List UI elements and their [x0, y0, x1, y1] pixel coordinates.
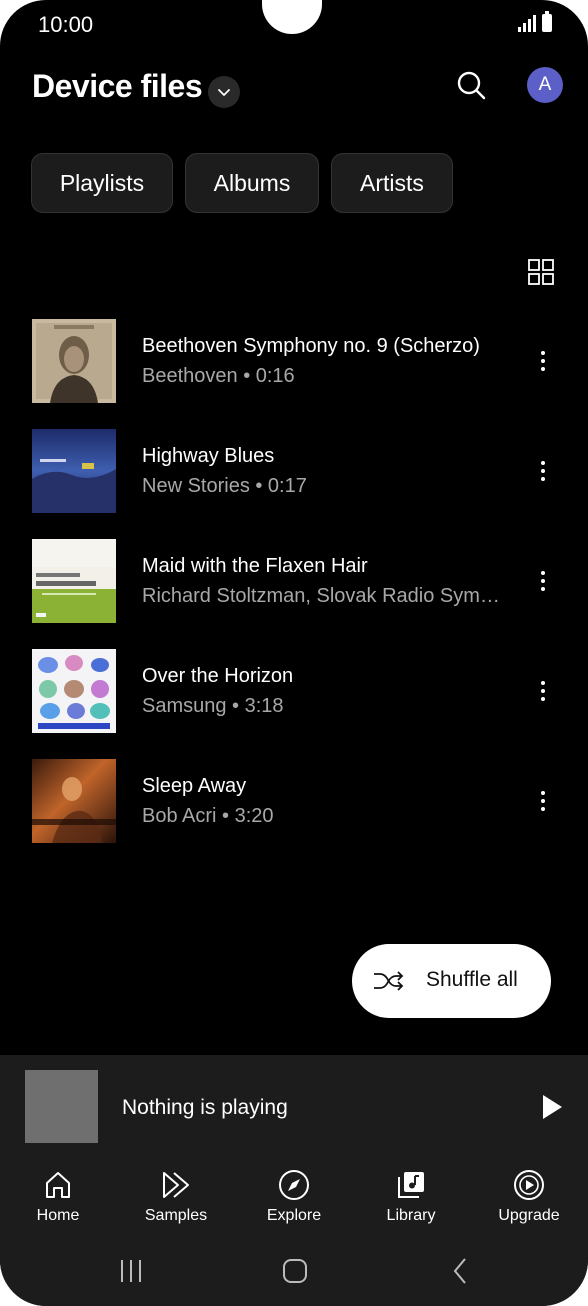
song-item[interactable]: Sleep Away Bob Acri • 3:20: [0, 759, 588, 869]
grid-view-button[interactable]: [528, 259, 554, 285]
song-title: Maid with the Flaxen Hair: [142, 555, 368, 577]
status-icons: [518, 11, 552, 32]
song-item[interactable]: Over the Horizon Samsung • 3:18: [0, 649, 588, 759]
nav-label: Library: [386, 1207, 436, 1224]
nav-label: Samples: [144, 1207, 208, 1224]
camera-notch: [262, 0, 322, 34]
signal-icon: [518, 14, 536, 32]
more-options-icon[interactable]: [528, 783, 558, 819]
play-icon[interactable]: [540, 1093, 564, 1121]
now-playing-text: Nothing is playing: [122, 1096, 288, 1119]
song-subtitle: Richard Stoltzman, Slovak Radio Sym…: [142, 585, 500, 607]
nav-upgrade[interactable]: Upgrade: [479, 1169, 579, 1231]
home-icon: [46, 1172, 70, 1198]
phone-screen: 10:00 Device files A Playlists Albums Ar…: [0, 0, 588, 1306]
home-button-icon[interactable]: [280, 1256, 310, 1286]
title-dropdown-button[interactable]: [208, 76, 240, 108]
grid-view-icon: [528, 259, 554, 285]
nav-explore[interactable]: Explore: [244, 1169, 344, 1231]
more-options-icon[interactable]: [528, 563, 558, 599]
album-art: [32, 759, 116, 843]
song-title: Beethoven Symphony no. 9 (Scherzo): [142, 335, 480, 357]
more-options-icon[interactable]: [528, 673, 558, 709]
nav-library[interactable]: Library: [361, 1169, 461, 1231]
chip-albums[interactable]: Albums: [185, 153, 319, 213]
search-icon: [457, 71, 486, 100]
avatar[interactable]: A: [527, 67, 563, 103]
nav-samples[interactable]: Samples: [126, 1169, 226, 1231]
more-options-icon[interactable]: [528, 343, 558, 379]
chip-artists[interactable]: Artists: [331, 153, 453, 213]
samples-icon: [163, 1172, 189, 1198]
song-item[interactable]: Highway Blues New Stories • 0:17: [0, 429, 588, 539]
back-icon[interactable]: [446, 1256, 476, 1286]
song-title: Sleep Away: [142, 775, 247, 797]
song-subtitle: New Stories • 0:17: [142, 475, 307, 497]
recents-icon[interactable]: [116, 1256, 146, 1286]
search-button[interactable]: [452, 66, 492, 106]
upgrade-icon: [514, 1170, 544, 1200]
song-subtitle: Bob Acri • 3:20: [142, 805, 274, 827]
shuffle-all-label: Shuffle all: [426, 968, 518, 991]
album-art: [32, 429, 116, 513]
now-playing-art: [25, 1070, 98, 1143]
song-subtitle: Samsung • 3:18: [142, 695, 284, 717]
library-icon: [398, 1172, 424, 1198]
page-title: Device files: [32, 68, 203, 104]
nav-label: Explore: [266, 1207, 322, 1224]
album-art: [32, 649, 116, 733]
system-nav-bar: [0, 1240, 588, 1300]
more-options-icon[interactable]: [528, 453, 558, 489]
chevron-down-icon: [218, 89, 230, 97]
chip-playlists[interactable]: Playlists: [31, 153, 173, 213]
battery-icon: [542, 11, 552, 32]
now-playing-bar[interactable]: Nothing is playing: [0, 1055, 588, 1159]
nav-home[interactable]: Home: [8, 1169, 108, 1231]
compass-icon: [279, 1170, 309, 1200]
album-art: [32, 319, 116, 403]
nav-label: Upgrade: [498, 1207, 560, 1224]
shuffle-icon: [374, 971, 404, 991]
song-title: Over the Horizon: [142, 665, 294, 687]
song-subtitle: Beethoven • 0:16: [142, 365, 295, 387]
song-item[interactable]: Maid with the Flaxen Hair Richard Stoltz…: [0, 539, 588, 649]
shuffle-all-button[interactable]: Shuffle all: [352, 944, 551, 1018]
album-art: [32, 539, 116, 623]
status-time: 10:00: [38, 12, 94, 37]
song-item[interactable]: Beethoven Symphony no. 9 (Scherzo) Beeth…: [0, 319, 588, 429]
nav-label: Home: [36, 1207, 80, 1224]
song-title: Highway Blues: [142, 445, 275, 467]
